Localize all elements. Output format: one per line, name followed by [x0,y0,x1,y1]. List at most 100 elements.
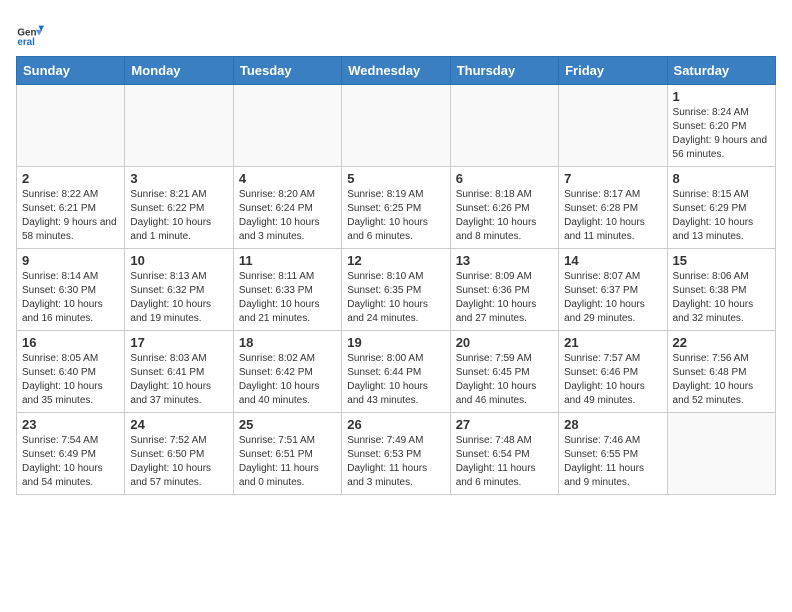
day-number: 24 [130,417,227,432]
calendar-cell: 14 Sunrise: 8:07 AM Sunset: 6:37 PM Dayli… [559,249,667,331]
day-number: 21 [564,335,661,350]
day-info: Sunrise: 8:06 AM Sunset: 6:38 PM Dayligh… [673,270,770,326]
calendar-cell: 4 Sunrise: 8:20 AM Sunset: 6:24 PM Daylig… [233,167,341,249]
calendar-cell: 16 Sunrise: 8:05 AM Sunset: 6:40 PM Dayli… [17,331,125,413]
day-info: Sunrise: 7:52 AM Sunset: 6:50 PM Dayligh… [130,434,227,490]
calendar-cell: 20 Sunrise: 7:59 AM Sunset: 6:45 PM Dayli… [450,331,558,413]
day-info: Sunrise: 8:14 AM Sunset: 6:30 PM Dayligh… [22,270,119,326]
calendar-cell: 13 Sunrise: 8:09 AM Sunset: 6:36 PM Dayli… [450,249,558,331]
calendar-cell [125,85,233,167]
day-number: 23 [22,417,119,432]
calendar-cell: 21 Sunrise: 7:57 AM Sunset: 6:46 PM Dayli… [559,331,667,413]
day-number: 22 [673,335,770,350]
week-row-4: 16 Sunrise: 8:05 AM Sunset: 6:40 PM Dayli… [17,331,776,413]
day-number: 13 [456,253,553,268]
calendar-cell: 10 Sunrise: 8:13 AM Sunset: 6:32 PM Dayli… [125,249,233,331]
day-info: Sunrise: 8:19 AM Sunset: 6:25 PM Dayligh… [347,188,444,244]
day-info: Sunrise: 8:15 AM Sunset: 6:29 PM Dayligh… [673,188,770,244]
day-number: 12 [347,253,444,268]
day-info: Sunrise: 8:10 AM Sunset: 6:35 PM Dayligh… [347,270,444,326]
calendar-cell [450,85,558,167]
day-number: 3 [130,171,227,186]
week-row-3: 9 Sunrise: 8:14 AM Sunset: 6:30 PM Daylig… [17,249,776,331]
day-number: 15 [673,253,770,268]
day-info: Sunrise: 8:22 AM Sunset: 6:21 PM Dayligh… [22,188,119,244]
calendar-cell [17,85,125,167]
calendar-cell: 17 Sunrise: 8:03 AM Sunset: 6:41 PM Dayli… [125,331,233,413]
day-info: Sunrise: 8:03 AM Sunset: 6:41 PM Dayligh… [130,352,227,408]
calendar-cell: 6 Sunrise: 8:18 AM Sunset: 6:26 PM Daylig… [450,167,558,249]
day-number: 18 [239,335,336,350]
day-info: Sunrise: 7:59 AM Sunset: 6:45 PM Dayligh… [456,352,553,408]
header: Gen eral [16,16,776,48]
logo: Gen eral [16,20,48,48]
day-info: Sunrise: 7:46 AM Sunset: 6:55 PM Dayligh… [564,434,661,490]
day-info: Sunrise: 8:07 AM Sunset: 6:37 PM Dayligh… [564,270,661,326]
calendar-cell [342,85,450,167]
day-number: 17 [130,335,227,350]
day-info: Sunrise: 7:54 AM Sunset: 6:49 PM Dayligh… [22,434,119,490]
svg-text:eral: eral [17,37,35,48]
day-info: Sunrise: 7:56 AM Sunset: 6:48 PM Dayligh… [673,352,770,408]
day-number: 10 [130,253,227,268]
calendar-cell: 1 Sunrise: 8:24 AM Sunset: 6:20 PM Daylig… [667,85,775,167]
calendar-cell: 12 Sunrise: 8:10 AM Sunset: 6:35 PM Dayli… [342,249,450,331]
day-info: Sunrise: 8:02 AM Sunset: 6:42 PM Dayligh… [239,352,336,408]
day-number: 8 [673,171,770,186]
calendar-cell: 9 Sunrise: 8:14 AM Sunset: 6:30 PM Daylig… [17,249,125,331]
day-number: 7 [564,171,661,186]
calendar-table: SundayMondayTuesdayWednesdayThursdayFrid… [16,56,776,495]
day-number: 14 [564,253,661,268]
day-info: Sunrise: 7:48 AM Sunset: 6:54 PM Dayligh… [456,434,553,490]
column-header-saturday: Saturday [667,57,775,85]
day-number: 16 [22,335,119,350]
calendar-cell: 11Sunrise: 8:11 AM Sunset: 6:33 PM Dayli… [233,249,341,331]
day-number: 9 [22,253,119,268]
day-info: Sunrise: 8:20 AM Sunset: 6:24 PM Dayligh… [239,188,336,244]
day-info: Sunrise: 8:24 AM Sunset: 6:20 PM Dayligh… [673,106,770,162]
column-header-sunday: Sunday [17,57,125,85]
calendar-cell: 22 Sunrise: 7:56 AM Sunset: 6:48 PM Dayli… [667,331,775,413]
column-header-wednesday: Wednesday [342,57,450,85]
day-info: Sunrise: 8:05 AM Sunset: 6:40 PM Dayligh… [22,352,119,408]
calendar-cell [667,413,775,495]
calendar-cell: 3 Sunrise: 8:21 AM Sunset: 6:22 PM Daylig… [125,167,233,249]
day-number: 27 [456,417,553,432]
day-info: Sunrise: 8:21 AM Sunset: 6:22 PM Dayligh… [130,188,227,244]
day-info: Sunrise: 8:13 AM Sunset: 6:32 PM Dayligh… [130,270,227,326]
calendar-cell: 24 Sunrise: 7:52 AM Sunset: 6:50 PM Dayli… [125,413,233,495]
calendar-cell [233,85,341,167]
day-info: Sunrise: 8:09 AM Sunset: 6:36 PM Dayligh… [456,270,553,326]
column-header-tuesday: Tuesday [233,57,341,85]
day-number: 26 [347,417,444,432]
week-row-1: 1 Sunrise: 8:24 AM Sunset: 6:20 PM Daylig… [17,85,776,167]
day-number: 4 [239,171,336,186]
column-header-friday: Friday [559,57,667,85]
calendar-cell: 2 Sunrise: 8:22 AM Sunset: 6:21 PM Daylig… [17,167,125,249]
calendar-cell: 26 Sunrise: 7:49 AM Sunset: 6:53 PM Dayli… [342,413,450,495]
day-number: 6 [456,171,553,186]
day-info: Sunrise: 8:17 AM Sunset: 6:28 PM Dayligh… [564,188,661,244]
calendar-header-row: SundayMondayTuesdayWednesdayThursdayFrid… [17,57,776,85]
day-info: Sunrise: 7:51 AM Sunset: 6:51 PM Dayligh… [239,434,336,490]
day-number: 20 [456,335,553,350]
column-header-monday: Monday [125,57,233,85]
day-info: Sunrise: 7:49 AM Sunset: 6:53 PM Dayligh… [347,434,444,490]
calendar-cell [559,85,667,167]
day-info: Sunrise: 8:18 AM Sunset: 6:26 PM Dayligh… [456,188,553,244]
week-row-2: 2 Sunrise: 8:22 AM Sunset: 6:21 PM Daylig… [17,167,776,249]
calendar-cell: 18 Sunrise: 8:02 AM Sunset: 6:42 PM Dayli… [233,331,341,413]
week-row-5: 23 Sunrise: 7:54 AM Sunset: 6:49 PM Dayli… [17,413,776,495]
day-number: 2 [22,171,119,186]
day-number: 11 [239,253,336,268]
calendar-cell: 15 Sunrise: 8:06 AM Sunset: 6:38 PM Dayli… [667,249,775,331]
day-number: 25 [239,417,336,432]
day-info: Sunrise: 7:57 AM Sunset: 6:46 PM Dayligh… [564,352,661,408]
day-number: 1 [673,89,770,104]
day-number: 5 [347,171,444,186]
calendar-cell: 25 Sunrise: 7:51 AM Sunset: 6:51 PM Dayli… [233,413,341,495]
calendar-cell: 5 Sunrise: 8:19 AM Sunset: 6:25 PM Daylig… [342,167,450,249]
calendar-cell: 27 Sunrise: 7:48 AM Sunset: 6:54 PM Dayli… [450,413,558,495]
calendar-cell: 23 Sunrise: 7:54 AM Sunset: 6:49 PM Dayli… [17,413,125,495]
calendar-cell: 8 Sunrise: 8:15 AM Sunset: 6:29 PM Daylig… [667,167,775,249]
